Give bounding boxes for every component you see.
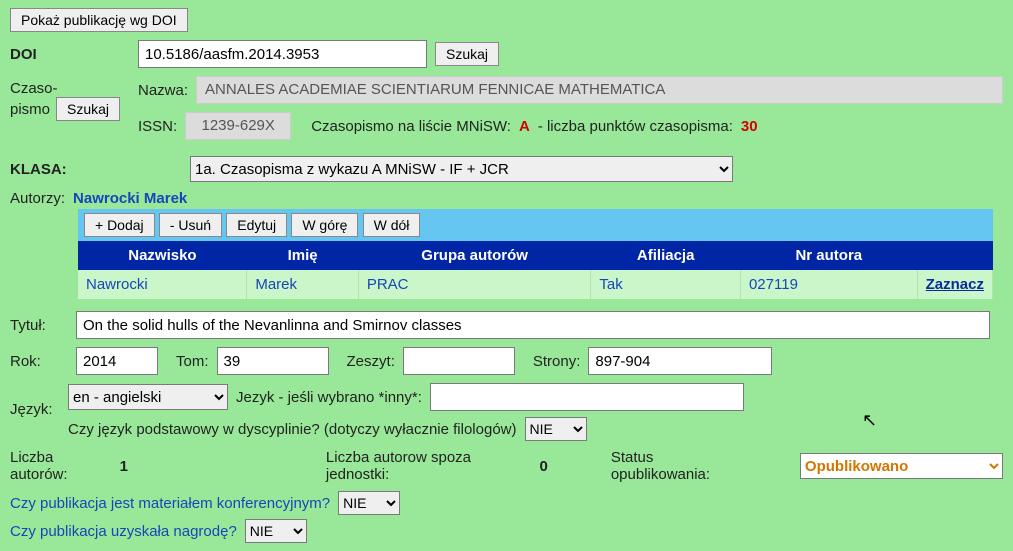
label-lang-other: Jezyk - jeśli wybrano *inny*: xyxy=(236,389,422,406)
button-doi-search[interactable]: Szukaj xyxy=(435,42,499,66)
value-points: 30 xyxy=(741,118,758,135)
label-journal-1: Czaso- xyxy=(10,80,120,97)
table-row[interactable]: Nawrocki Marek PRAC Tak 027119 Zaznacz xyxy=(78,270,993,299)
button-down-author[interactable]: W dół xyxy=(363,213,421,237)
label-points: - liczba punktów czasopisma: xyxy=(538,118,733,135)
cell-group: PRAC xyxy=(358,270,591,299)
select-award[interactable]: NIE xyxy=(245,519,307,543)
cell-firstname: Marek xyxy=(247,270,359,299)
button-up-author[interactable]: W górę xyxy=(291,213,358,237)
select-klasa[interactable]: 1a. Czasopisma z wykazu A MNiSW - IF + J… xyxy=(190,156,733,182)
input-strony[interactable] xyxy=(588,347,772,375)
th-group: Grupa autorów xyxy=(358,241,591,270)
link-author-name[interactable]: Nawrocki Marek xyxy=(73,190,187,207)
th-aff: Afiliacja xyxy=(591,241,741,270)
button-edit-author[interactable]: Edytuj xyxy=(226,213,287,237)
button-show-by-doi[interactable]: Pokaż publikację wg DOI xyxy=(10,8,188,32)
select-status[interactable]: Opublikowano xyxy=(800,453,1003,479)
label-status: Status opublikowania: xyxy=(611,449,752,483)
label-lang: Język: xyxy=(10,401,68,418)
label-count-out: Liczba autorow spoza jednostki: xyxy=(326,449,532,483)
button-journal-search[interactable]: Szukaj xyxy=(56,97,120,121)
select-lang-primary[interactable]: NIE xyxy=(525,417,587,441)
th-lastname: Nazwisko xyxy=(78,241,247,270)
input-tom[interactable] xyxy=(217,347,329,375)
cell-num: 027119 xyxy=(740,270,917,299)
input-lang-other[interactable] xyxy=(430,383,744,411)
label-lang-primary: Czy język podstawowy w dyscyplinie? (dot… xyxy=(68,421,517,438)
label-journal-2: pismo xyxy=(10,101,50,118)
select-lang[interactable]: en - angielski xyxy=(68,384,228,410)
label-journal-name: Nazwa: xyxy=(138,82,188,99)
label-title: Tytuł: xyxy=(10,317,68,334)
label-issn: ISSN: xyxy=(138,118,177,135)
th-blank xyxy=(917,241,992,270)
value-count-out: 0 xyxy=(539,458,547,475)
value-count-total: 1 xyxy=(120,458,128,475)
link-mark[interactable]: Zaznacz xyxy=(926,276,984,293)
field-issn: 1239-629X xyxy=(185,112,291,140)
th-num: Nr autora xyxy=(740,241,917,270)
label-year: Rok: xyxy=(10,353,68,370)
field-journal-name: ANNALES ACADEMIAE SCIENTIARUM FENNICAE M… xyxy=(196,76,1003,104)
input-year[interactable] xyxy=(76,347,158,375)
label-award: Czy publikacja uzyskała nagrodę? xyxy=(10,523,237,540)
label-conference: Czy publikacja jest materiałem konferenc… xyxy=(10,495,330,512)
label-count-total: Liczba autorów: xyxy=(10,449,112,483)
cell-lastname: Nawrocki xyxy=(78,270,247,299)
label-authors: Autorzy: xyxy=(10,190,65,207)
label-mnisw: Czasopismo na liście MNiSW: xyxy=(311,118,511,135)
input-zeszyt[interactable] xyxy=(403,347,515,375)
input-doi[interactable] xyxy=(138,40,427,68)
label-tom: Tom: xyxy=(176,353,209,370)
value-mnisw: A xyxy=(519,118,530,135)
label-klasa: KLASA: xyxy=(10,161,182,178)
button-del-author[interactable]: - Usuń xyxy=(159,213,222,237)
cell-aff: Tak xyxy=(591,270,741,299)
label-doi: DOI xyxy=(10,46,130,63)
label-strony: Strony: xyxy=(533,353,581,370)
select-conference[interactable]: NIE xyxy=(338,491,400,515)
button-add-author[interactable]: + Dodaj xyxy=(84,213,155,237)
input-title[interactable] xyxy=(76,311,990,339)
th-firstname: Imię xyxy=(247,241,359,270)
label-zeszyt: Zeszyt: xyxy=(347,353,395,370)
